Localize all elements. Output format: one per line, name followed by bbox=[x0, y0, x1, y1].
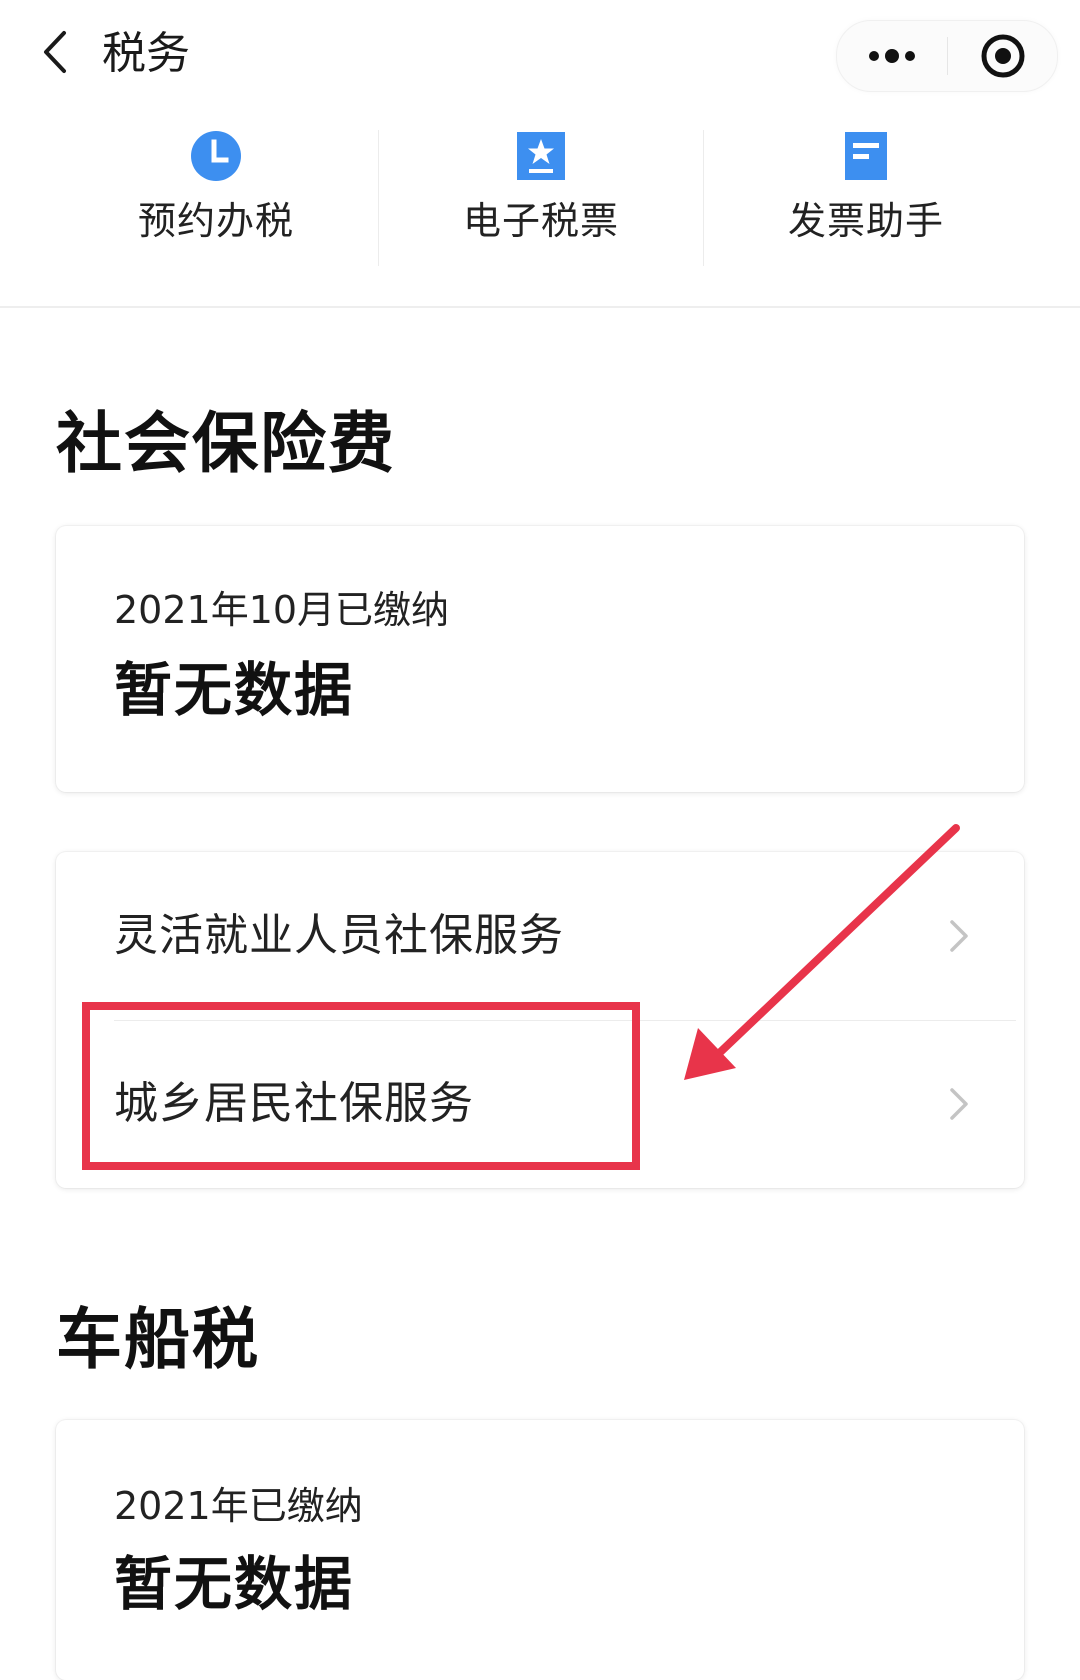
quick-actions-bar: 预约办税 电子税票 发票助手 bbox=[0, 110, 1080, 306]
social-insurance-summary-card[interactable]: 2021年10月已缴纳 暂无数据 bbox=[56, 526, 1024, 792]
payment-value: 暂无数据 bbox=[114, 656, 355, 724]
quick-action-invoice-assistant[interactable]: 发票助手 bbox=[704, 128, 1028, 278]
chevron-right-icon bbox=[950, 920, 968, 952]
star-ticket-icon bbox=[513, 128, 569, 184]
chevron-left-icon bbox=[44, 31, 66, 73]
document-icon bbox=[838, 128, 894, 184]
service-row-label: 灵活就业人员社保服务 bbox=[114, 910, 564, 961]
back-button[interactable] bbox=[30, 22, 80, 82]
payment-period-label: 2021年10月已缴纳 bbox=[114, 588, 450, 632]
top-nav-bar: 税务 bbox=[0, 0, 1080, 110]
page-title: 税务 bbox=[102, 28, 190, 79]
more-button[interactable] bbox=[837, 21, 947, 91]
service-row-urban-rural-residents[interactable]: 城乡居民社保服务 bbox=[56, 1020, 1024, 1188]
payment-value: 暂无数据 bbox=[114, 1550, 355, 1618]
service-row-flexible-employment[interactable]: 灵活就业人员社保服务 bbox=[56, 852, 1024, 1020]
chevron-right-icon bbox=[950, 1088, 968, 1120]
section-title-vehicle-tax: 车船税 bbox=[56, 1301, 260, 1378]
social-insurance-services-card: 灵活就业人员社保服务 城乡居民社保服务 bbox=[56, 852, 1024, 1188]
mini-program-capsule bbox=[836, 20, 1058, 92]
quick-action-e-tax-ticket[interactable]: 电子税票 bbox=[379, 128, 703, 278]
quick-action-label: 电子税票 bbox=[462, 199, 619, 243]
close-mini-program-button[interactable] bbox=[948, 21, 1057, 91]
section-separator bbox=[0, 306, 1080, 308]
section-title-social-insurance: 社会保险费 bbox=[56, 405, 396, 482]
vehicle-tax-summary-card[interactable]: 2021年已缴纳 暂无数据 bbox=[56, 1420, 1024, 1680]
quick-action-label: 预约办税 bbox=[137, 199, 294, 243]
more-dots-icon bbox=[869, 49, 915, 63]
quick-action-label: 发票助手 bbox=[787, 199, 944, 243]
service-row-label: 城乡居民社保服务 bbox=[114, 1078, 474, 1129]
payment-period-label: 2021年已缴纳 bbox=[114, 1484, 363, 1528]
clock-icon bbox=[188, 128, 244, 184]
target-close-icon bbox=[981, 34, 1024, 78]
quick-action-appointment[interactable]: 预约办税 bbox=[54, 128, 378, 278]
